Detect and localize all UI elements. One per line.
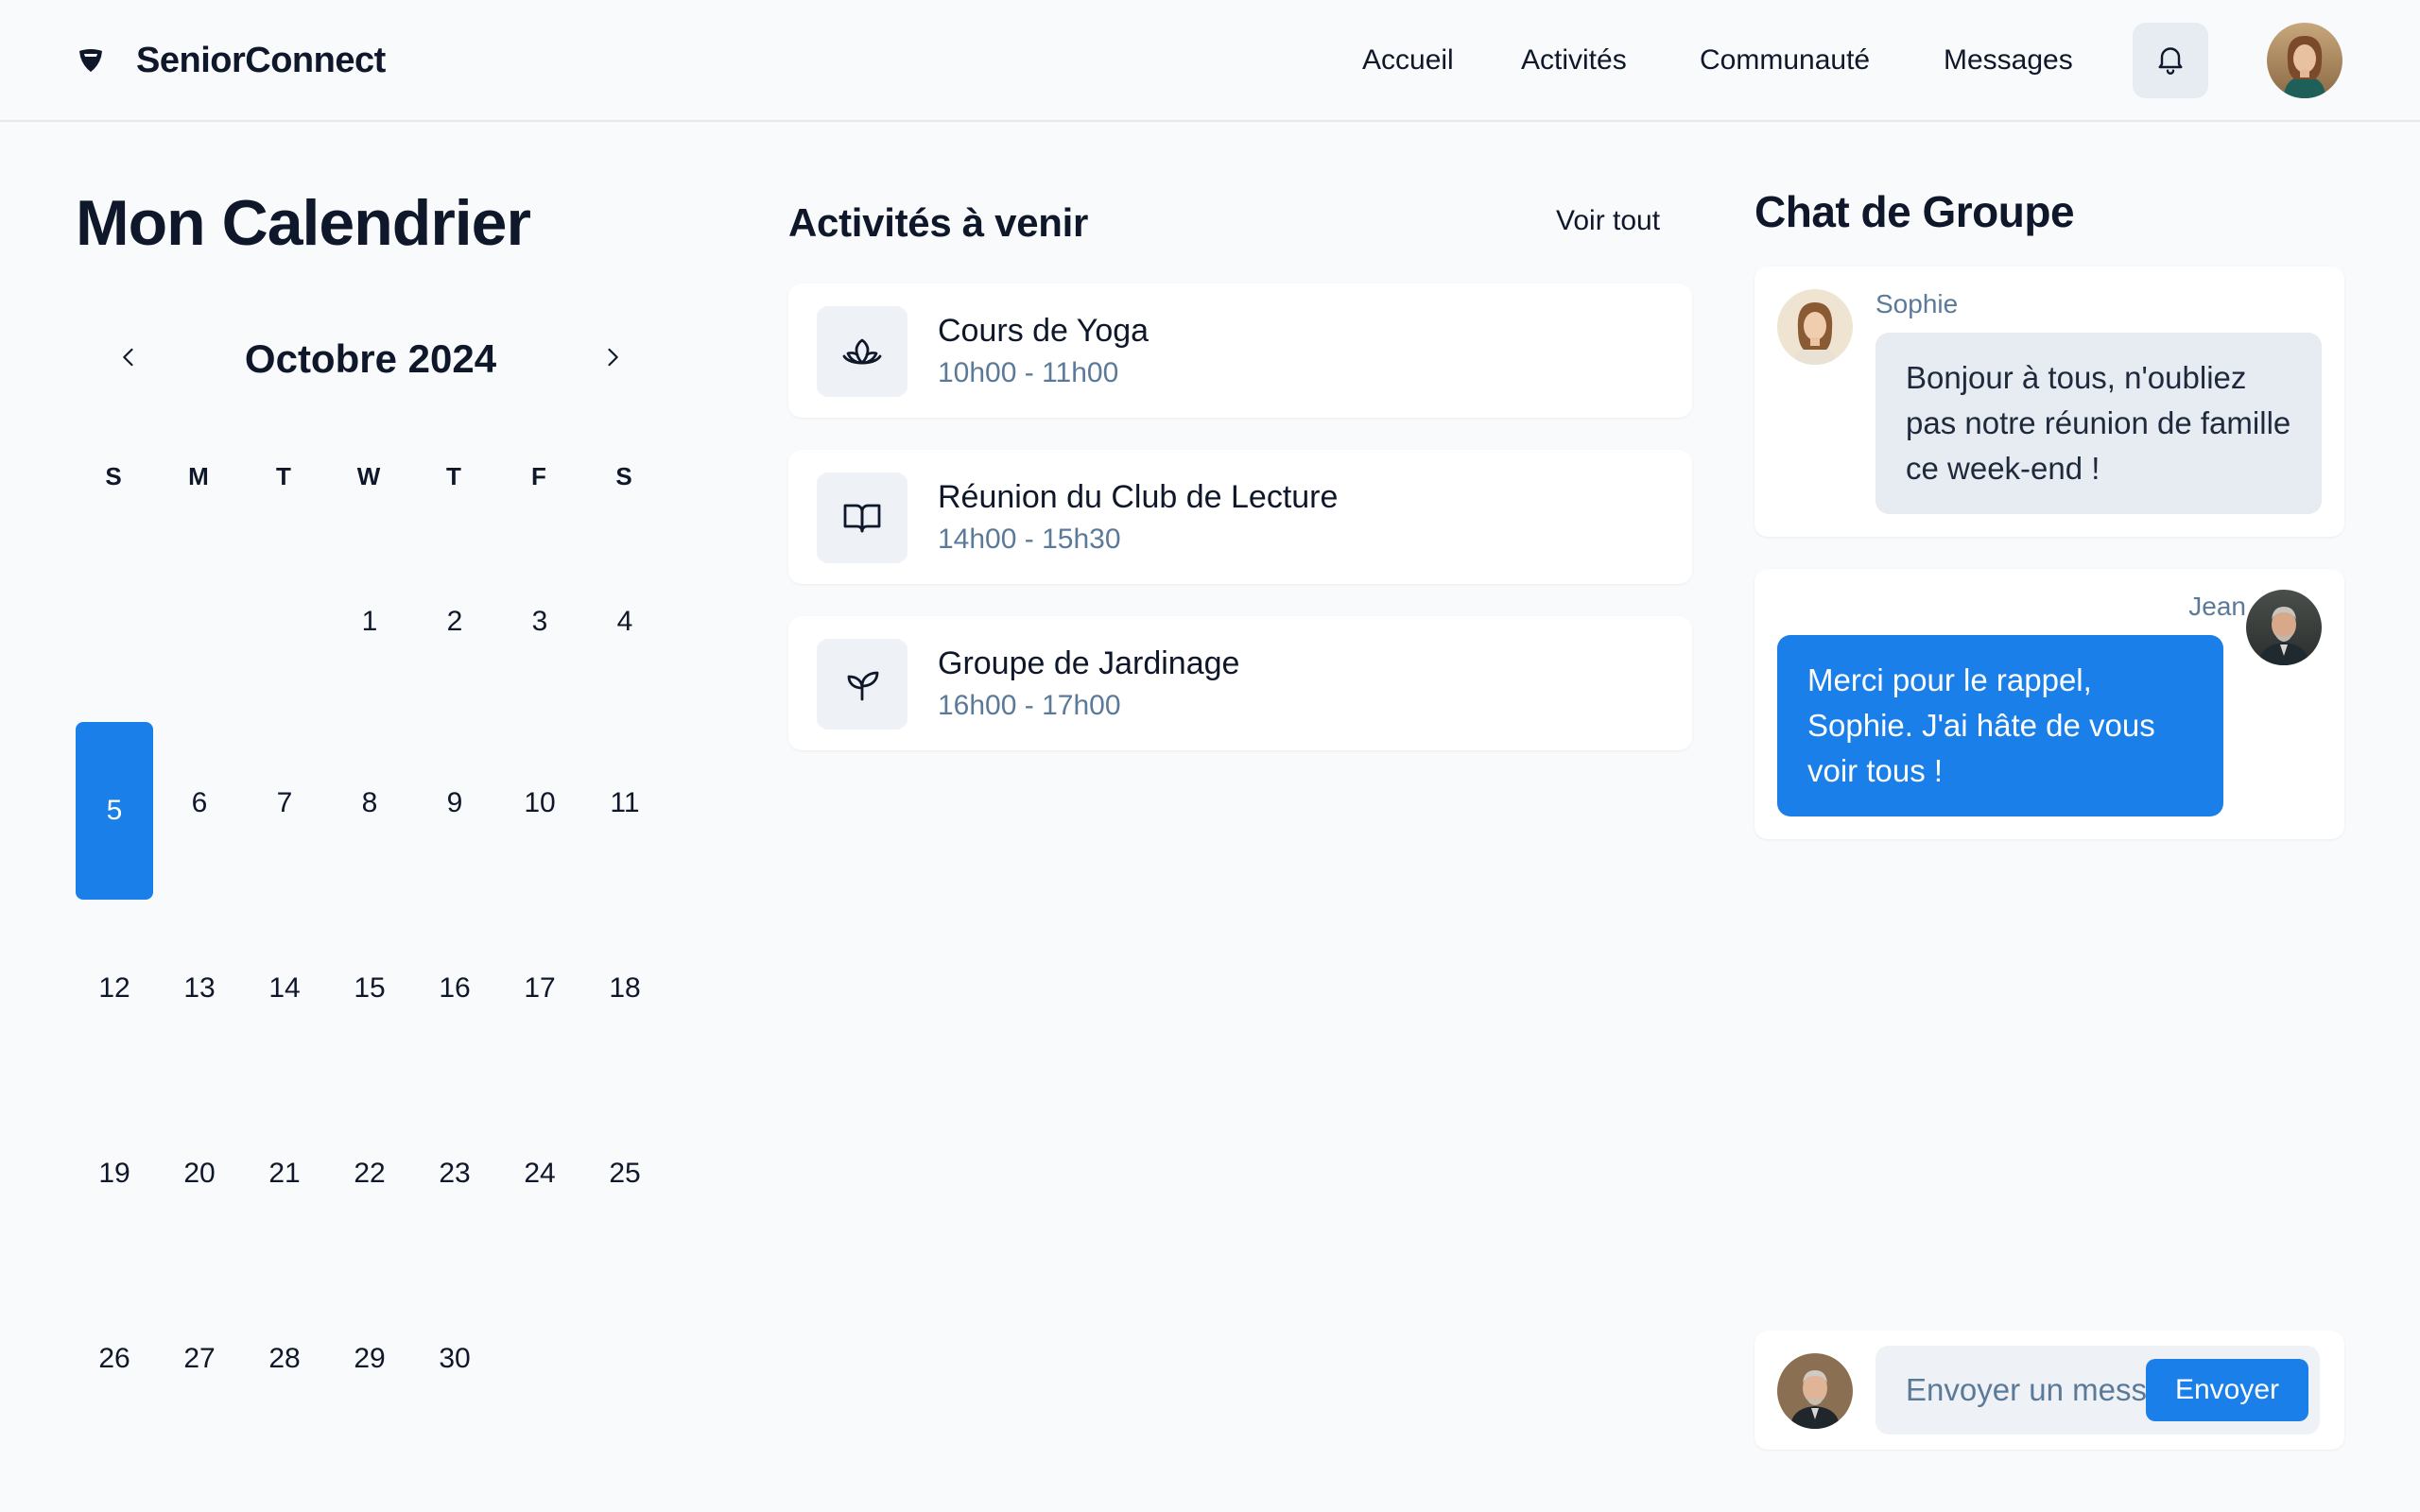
- month-label: Octobre 2024: [244, 336, 497, 381]
- calendar-day[interactable]: 14: [246, 900, 323, 1077]
- shield-heart-icon: [76, 45, 106, 76]
- activity-name: Groupe de Jardinage: [938, 645, 1240, 681]
- chevron-right-icon: [599, 344, 626, 375]
- calendar-day-selected[interactable]: 5: [76, 722, 153, 900]
- calendar-day[interactable]: 10: [501, 714, 579, 892]
- book-icon: [817, 472, 908, 563]
- nav-messages[interactable]: Messages: [1944, 42, 2073, 79]
- weekday-header: S: [105, 462, 122, 490]
- calendar-day[interactable]: 7: [246, 714, 323, 892]
- nav-community[interactable]: Communauté: [1700, 42, 1870, 79]
- calendar-day[interactable]: 17: [501, 900, 579, 1077]
- calendar-day[interactable]: 11: [586, 714, 664, 892]
- weekday-header: F: [531, 462, 546, 490]
- activity-time: 16h00 - 17h00: [938, 690, 1121, 721]
- message-bubble: Bonjour à tous, n'oubliez pas notre réun…: [1876, 333, 2322, 514]
- calendar-day[interactable]: 26: [76, 1270, 153, 1448]
- calendar-day[interactable]: 2: [416, 533, 493, 711]
- calendar-day[interactable]: 18: [586, 900, 664, 1077]
- activity-time: 14h00 - 15h30: [938, 524, 1121, 555]
- top-navigation-bar: SeniorConnect Accueil Activités Communau…: [0, 0, 2420, 122]
- calendar-day[interactable]: 1: [331, 533, 408, 711]
- calendar-day[interactable]: 13: [161, 900, 238, 1077]
- activity-name: Cours de Yoga: [938, 313, 1150, 349]
- weekday-header: T: [446, 462, 461, 490]
- group-chat-title: Chat de Groupe: [1754, 187, 2075, 236]
- calendar-day[interactable]: 20: [161, 1085, 238, 1263]
- calendar-day[interactable]: 3: [501, 533, 579, 711]
- brand-name[interactable]: SeniorConnect: [136, 38, 386, 83]
- message-input-container: Envoyer: [1876, 1346, 2320, 1435]
- calendar-day[interactable]: 25: [586, 1085, 664, 1263]
- calendar-day[interactable]: 4: [586, 533, 664, 711]
- sophie-avatar[interactable]: [1777, 289, 1853, 365]
- calendar-day[interactable]: 27: [161, 1270, 238, 1448]
- current-user-avatar: [1777, 1353, 1853, 1429]
- nav-activities[interactable]: Activités: [1521, 42, 1627, 79]
- calendar-day[interactable]: 8: [331, 714, 408, 892]
- bell-icon: [2153, 42, 2187, 80]
- previous-month-button[interactable]: [106, 336, 151, 382]
- calendar-day[interactable]: 16: [416, 900, 493, 1077]
- calendar-day[interactable]: 12: [76, 900, 153, 1077]
- send-button[interactable]: Envoyer: [2146, 1359, 2308, 1421]
- notifications-button[interactable]: [2133, 23, 2208, 98]
- activity-card-book-club[interactable]: Réunion du Club de Lecture 14h00 - 15h30: [788, 450, 1692, 584]
- weekday-header: T: [276, 462, 291, 490]
- calendar-day[interactable]: 29: [331, 1270, 408, 1448]
- weekday-header: S: [615, 462, 632, 490]
- sprout-icon: [817, 639, 908, 730]
- next-month-button[interactable]: [590, 336, 635, 382]
- calendar-day[interactable]: 23: [416, 1085, 493, 1263]
- calendar-day[interactable]: 21: [246, 1085, 323, 1263]
- lotus-icon: [817, 306, 908, 397]
- activities-title: Activités à venir: [788, 200, 1089, 245]
- message-input[interactable]: [1876, 1346, 2150, 1435]
- weekday-header: W: [356, 462, 381, 490]
- message-bubble: Merci pour le rappel, Sophie. J'ai hâte …: [1777, 635, 2223, 816]
- chat-message-outgoing: Jean Merci pour le rappel, Sophie. J'ai …: [1754, 569, 2344, 839]
- nav-home[interactable]: Accueil: [1362, 42, 1454, 79]
- calendar-title: Mon Calendrier: [76, 187, 531, 259]
- calendar-day[interactable]: 22: [331, 1085, 408, 1263]
- calendar-day[interactable]: 19: [76, 1085, 153, 1263]
- activity-time: 10h00 - 11h00: [938, 357, 1119, 388]
- calendar-day[interactable]: 15: [331, 900, 408, 1077]
- calendar-day[interactable]: 9: [416, 714, 493, 892]
- chat-message-incoming: Sophie Bonjour à tous, n'oubliez pas not…: [1754, 266, 2344, 537]
- user-avatar[interactable]: [2267, 23, 2342, 98]
- activity-card-yoga[interactable]: Cours de Yoga 10h00 - 11h00: [788, 284, 1692, 418]
- activity-name: Réunion du Club de Lecture: [938, 479, 1339, 515]
- sender-name: Sophie: [1876, 289, 1959, 318]
- weekday-header: M: [188, 462, 209, 490]
- calendar-day[interactable]: 24: [501, 1085, 579, 1263]
- calendar-day[interactable]: 6: [161, 714, 238, 892]
- calendar-day[interactable]: 30: [416, 1270, 493, 1448]
- jean-avatar[interactable]: [2246, 590, 2322, 665]
- chevron-left-icon: [115, 344, 142, 375]
- message-composer: Envoyer: [1754, 1331, 2344, 1450]
- calendar-day[interactable]: 28: [246, 1270, 323, 1448]
- activity-card-gardening[interactable]: Groupe de Jardinage 16h00 - 17h00: [788, 616, 1692, 750]
- sender-name: Jean: [2188, 592, 2246, 621]
- see-all-link[interactable]: Voir tout: [1556, 202, 1660, 240]
